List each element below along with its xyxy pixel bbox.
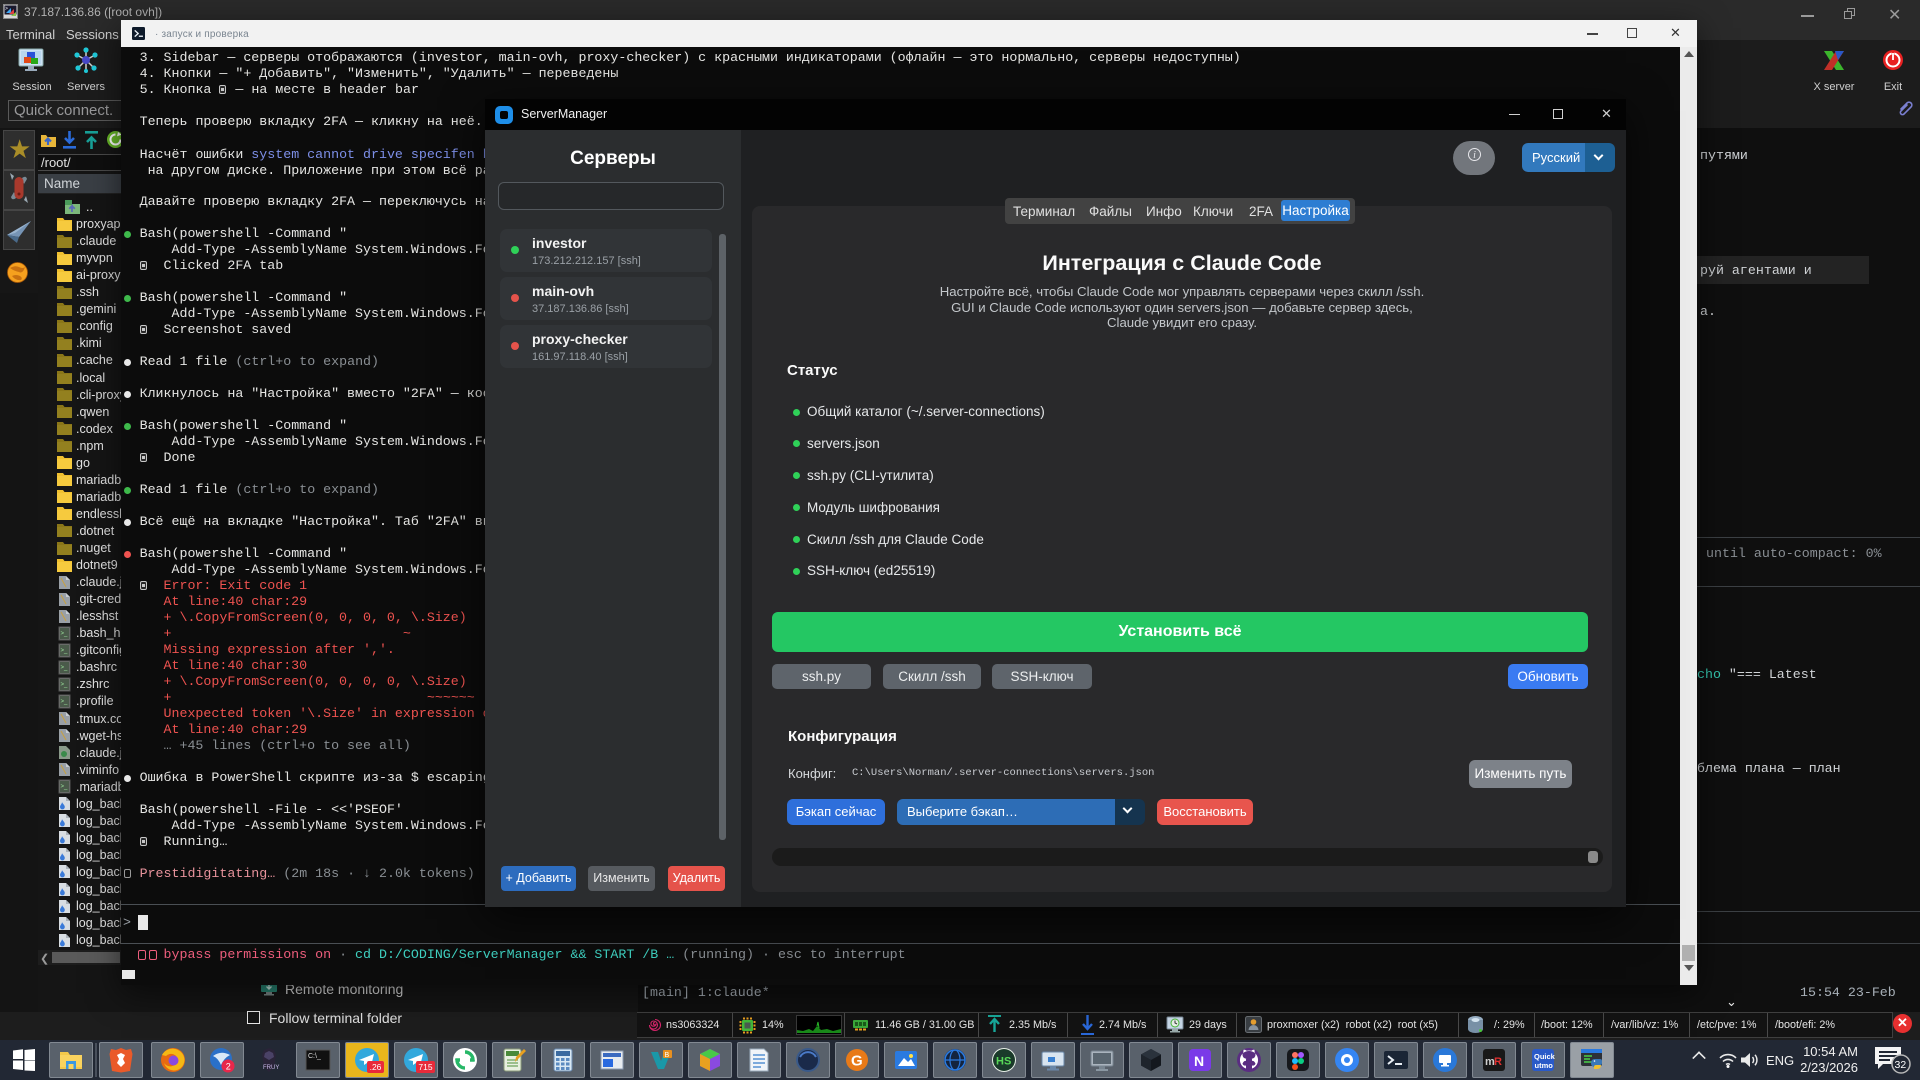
svg-text:C:\_: C:\_: [308, 1053, 321, 1060]
svg-text:>_: >_: [61, 631, 69, 637]
svg-text:Quick: Quick: [1534, 1052, 1556, 1061]
svg-text:32: 32: [1895, 1059, 1907, 1071]
svg-text:utmo: utmo: [1535, 1061, 1554, 1070]
svg-text:HS: HS: [996, 1056, 1011, 1068]
svg-text:B: B: [665, 1052, 670, 1059]
svg-text:R: R: [1494, 1056, 1502, 1068]
svg-text:>_: >_: [61, 784, 69, 790]
svg-text:>_: >_: [61, 699, 69, 705]
svg-text:2: 2: [226, 1062, 231, 1072]
svg-text:>_: >_: [61, 648, 69, 654]
svg-text:G: G: [851, 1053, 863, 1070]
svg-text:FRUY: FRUY: [263, 1065, 279, 1071]
svg-text:>: >: [5, 6, 8, 12]
svg-text:N: N: [1194, 1053, 1204, 1069]
svg-text:>_: >_: [61, 665, 69, 671]
svg-text:>_: >_: [61, 682, 69, 688]
